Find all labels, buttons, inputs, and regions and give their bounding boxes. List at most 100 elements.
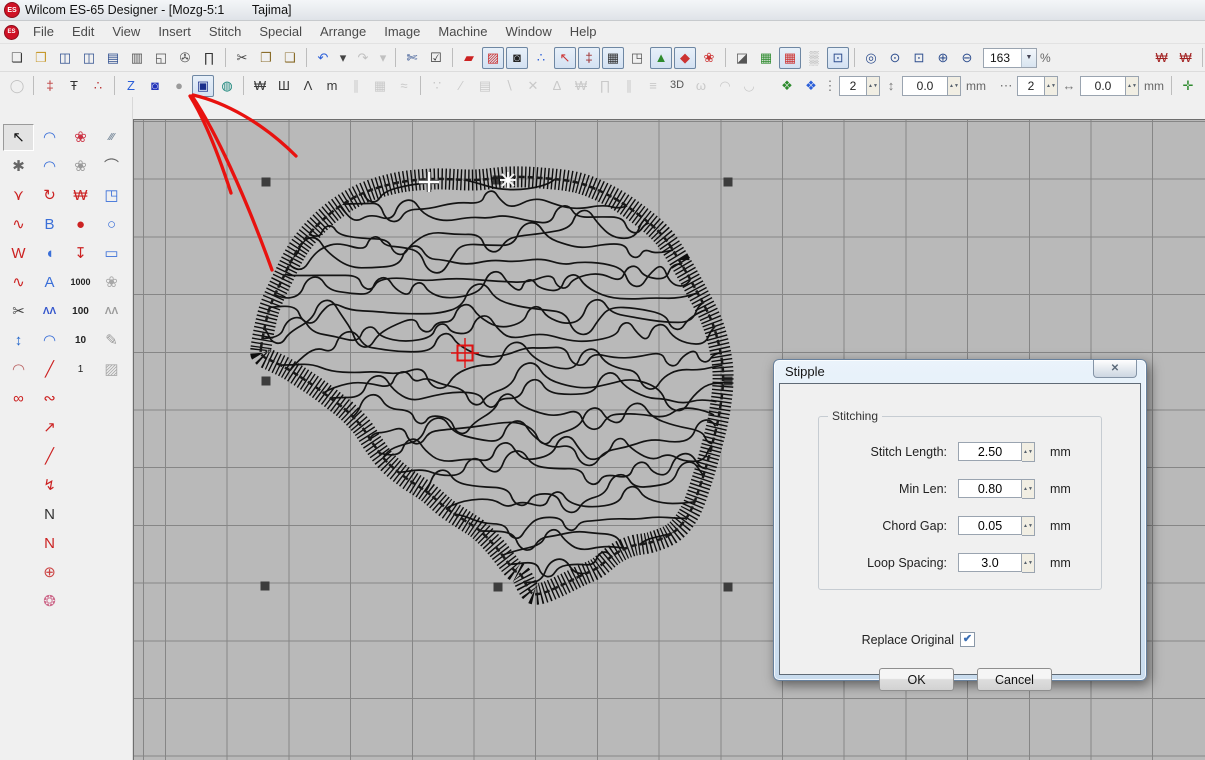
stitch-list-icon[interactable]: ▒ bbox=[803, 47, 825, 69]
craft-border-icon[interactable]: ◍ bbox=[216, 75, 238, 97]
arc-down-icon[interactable]: ◡ bbox=[738, 75, 760, 97]
numbox-cols_value[interactable]: 2 bbox=[1017, 76, 1045, 96]
pointer-mode-icon[interactable]: ↖ bbox=[554, 47, 576, 69]
fan-fill-icon[interactable]: ◠ bbox=[3, 356, 34, 383]
center-start-icon[interactable]: ✛ bbox=[1177, 75, 1199, 97]
select-tool-icon[interactable]: ↖ bbox=[3, 124, 34, 151]
lettering-icon[interactable]: A bbox=[34, 269, 65, 296]
motif-run-icon[interactable]: m bbox=[321, 75, 343, 97]
line-segment-icon[interactable]: ╱ bbox=[34, 443, 65, 470]
arc-tool-icon[interactable]: ⌒ bbox=[96, 153, 127, 180]
open-curve-icon[interactable]: N bbox=[34, 501, 65, 528]
parallel-fill-icon[interactable]: ∥ bbox=[618, 75, 640, 97]
stipple-fill-icon[interactable]: ▣ bbox=[192, 75, 214, 97]
artwork-show-icon[interactable]: ❀ bbox=[698, 47, 720, 69]
auto-center-icon[interactable]: ✛ bbox=[1201, 75, 1205, 97]
stitch-angle-icon[interactable]: W bbox=[3, 240, 34, 267]
cancel-button[interactable]: Cancel bbox=[977, 668, 1052, 691]
cross-stitch-icon[interactable]: ✕ bbox=[522, 75, 544, 97]
undo-more-icon[interactable]: ▾ bbox=[336, 47, 350, 69]
zoom-out-icon[interactable]: ⊖ bbox=[956, 47, 978, 69]
brush-off-icon[interactable]: ✎ bbox=[96, 327, 127, 354]
paste-icon[interactable]: ❑ bbox=[279, 47, 301, 69]
rectangle-tool-icon[interactable]: ▭ bbox=[96, 240, 127, 267]
zigzag-list-icon[interactable]: Z bbox=[120, 75, 142, 97]
tatami-stitch-icon[interactable]: Ш bbox=[273, 75, 295, 97]
bean-stitch-icon[interactable]: ● bbox=[65, 211, 96, 238]
dome-object-icon[interactable]: ◠ bbox=[34, 327, 65, 354]
outline-view-icon[interactable]: ◙ bbox=[506, 47, 528, 69]
numbox-row_spacing_value[interactable]: 0.0 bbox=[902, 76, 948, 96]
chevron-down-icon[interactable]: ▼ bbox=[1021, 49, 1036, 67]
replace-original-checkbox[interactable]: ✔ bbox=[960, 632, 975, 647]
menu-stitch[interactable]: Stitch bbox=[200, 22, 251, 41]
spinner-rows_value[interactable]: ▲▼ bbox=[867, 76, 880, 96]
backslant-fill-icon[interactable]: ∖ bbox=[498, 75, 520, 97]
design-properties-icon[interactable]: ▤ bbox=[102, 47, 124, 69]
closed-curve-icon[interactable]: N bbox=[34, 530, 65, 557]
parallel-effect-icon[interactable]: ∕∕∕ bbox=[96, 124, 127, 151]
texture-off-icon[interactable]: ▨ bbox=[96, 356, 127, 383]
dialog-close-button[interactable]: ✕ bbox=[1093, 360, 1137, 378]
zoom-in-icon[interactable]: ⊕ bbox=[932, 47, 954, 69]
menu-window[interactable]: Window bbox=[497, 22, 561, 41]
row-spacing-icon-icon[interactable]: ↕ bbox=[883, 75, 899, 97]
print-icon[interactable]: ▥ bbox=[126, 47, 148, 69]
hatch-view-icon[interactable]: ▨ bbox=[482, 47, 504, 69]
zoom-combobox[interactable]: 163▼ bbox=[983, 48, 1037, 68]
numbox-col_spacing_value[interactable]: 0.0 bbox=[1080, 76, 1126, 96]
redo-icon[interactable]: ↷ bbox=[352, 47, 374, 69]
menu-file[interactable]: File bbox=[24, 22, 63, 41]
menu-insert[interactable]: Insert bbox=[149, 22, 200, 41]
export-machine-file-icon[interactable]: ✇ bbox=[174, 47, 196, 69]
horizontal-fill-icon[interactable]: ≡ bbox=[642, 75, 664, 97]
print-preview-icon[interactable]: ◱ bbox=[150, 47, 172, 69]
lightning-input-icon[interactable]: ↯ bbox=[34, 472, 65, 499]
save-stitch-file-icon[interactable]: ₩ bbox=[1151, 47, 1173, 69]
hoop-layout-icon[interactable]: ◯ bbox=[6, 75, 28, 97]
stitch-view-icon[interactable]: ▰ bbox=[458, 47, 480, 69]
field-spinner-1[interactable]: ▲▼ bbox=[1022, 479, 1035, 499]
monogramming-icon[interactable]: ❀ bbox=[65, 124, 96, 151]
scale-10-icon[interactable]: 10 bbox=[65, 327, 96, 354]
menu-arrange[interactable]: Arrange bbox=[311, 22, 375, 41]
remove-stitches-icon[interactable]: ∿ bbox=[3, 269, 34, 296]
mirror-merge-icon[interactable]: ↻ bbox=[34, 182, 65, 209]
column-stitch-icon[interactable]: ₩ bbox=[65, 182, 96, 209]
satin-stitch-icon[interactable]: ₩ bbox=[249, 75, 271, 97]
wave-fill-icon[interactable]: ≈ bbox=[393, 75, 415, 97]
menu-special[interactable]: Special bbox=[250, 22, 311, 41]
bitmap-show-icon[interactable]: ▲ bbox=[650, 47, 672, 69]
machine-connect-icon[interactable]: ∏ bbox=[198, 47, 220, 69]
complex-fill-icon[interactable]: ◳ bbox=[96, 182, 127, 209]
radial-fill-icon[interactable]: ❂ bbox=[34, 588, 65, 615]
spinner-row_spacing_value[interactable]: ▲▼ bbox=[948, 76, 961, 96]
field-input-1[interactable] bbox=[958, 479, 1022, 498]
run-stitch-icon[interactable]: ∥ bbox=[345, 75, 367, 97]
save-design-icon[interactable]: ◫ bbox=[54, 47, 76, 69]
zoom-1-1-icon[interactable]: ⊙ bbox=[884, 47, 906, 69]
arc-up-icon[interactable]: ◠ bbox=[714, 75, 736, 97]
lettering-off-icon[interactable]: B bbox=[34, 211, 65, 238]
open-design-icon[interactable]: ❒ bbox=[30, 47, 52, 69]
teams-off-icon[interactable]: ΛΛ bbox=[96, 298, 127, 325]
cut-icon[interactable]: ✂ bbox=[231, 47, 253, 69]
dots-menu-icon[interactable]: ⋮ bbox=[824, 75, 836, 97]
field-spinner-3[interactable]: ▲▼ bbox=[1022, 553, 1035, 573]
object-properties-icon[interactable]: ⊡ bbox=[827, 47, 849, 69]
mirror-vertical-icon[interactable]: ❖ bbox=[800, 75, 822, 97]
spinner-col_spacing_value[interactable]: ▲▼ bbox=[1126, 76, 1139, 96]
run-digitize-icon[interactable]: ∿ bbox=[3, 211, 34, 238]
field-spinner-2[interactable]: ▲▼ bbox=[1022, 516, 1035, 536]
stemstitch-icon[interactable]: ∵ bbox=[426, 75, 448, 97]
team-names-icon[interactable]: ΛΛ bbox=[34, 298, 65, 325]
pipe-fill-icon[interactable]: ∏ bbox=[594, 75, 616, 97]
cut-tool-icon[interactable]: ✂ bbox=[3, 298, 34, 325]
overview-window-icon[interactable]: ◎ bbox=[860, 47, 882, 69]
tie-off-icon[interactable]: Ŧ bbox=[63, 75, 85, 97]
branch-digitize-icon[interactable]: ⋎ bbox=[3, 182, 34, 209]
stitch-colors-icon[interactable]: ▦ bbox=[755, 47, 777, 69]
ok-button[interactable]: OK bbox=[879, 668, 954, 691]
menu-machine[interactable]: Machine bbox=[429, 22, 496, 41]
copy-icon[interactable]: ❐ bbox=[255, 47, 277, 69]
